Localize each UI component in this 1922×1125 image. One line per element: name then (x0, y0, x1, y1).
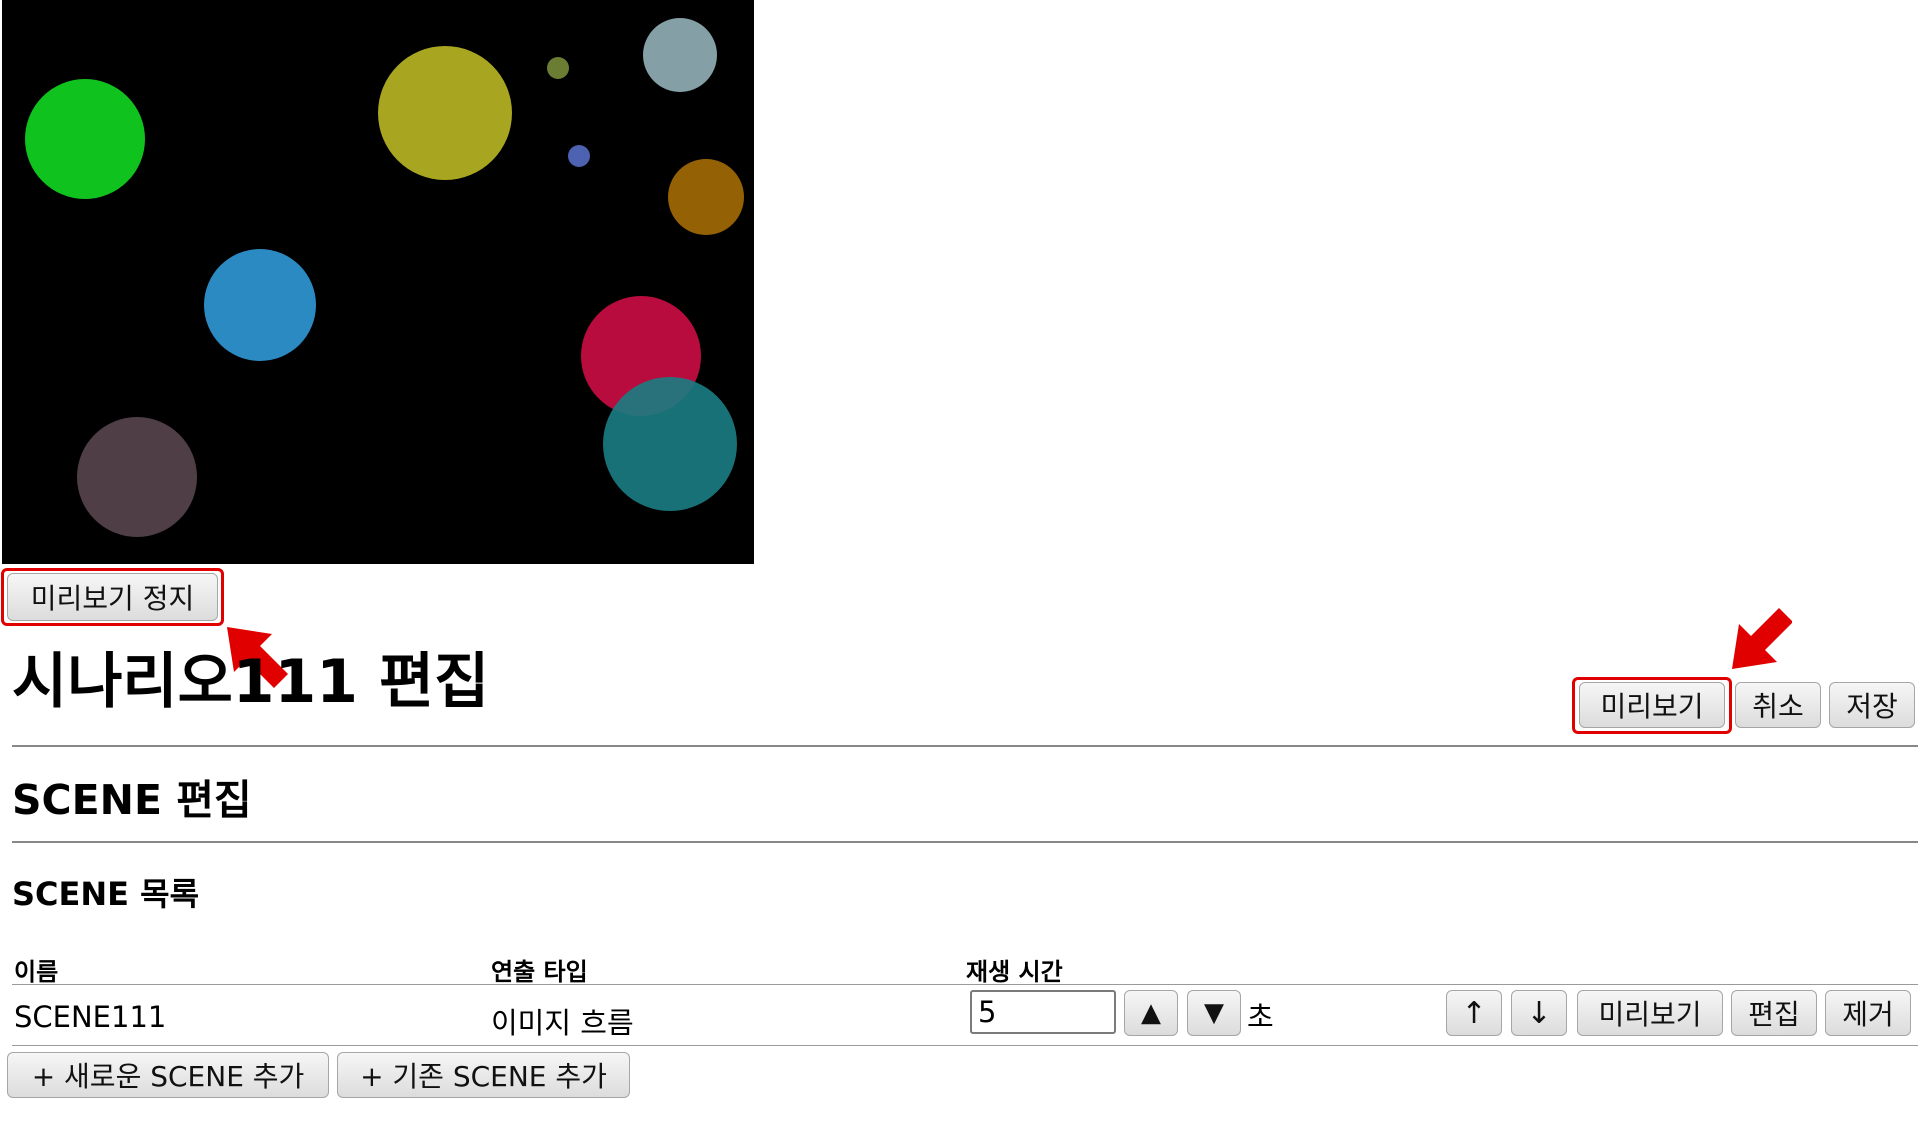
save-button[interactable]: 저장 (1829, 682, 1915, 728)
column-header-name: 이름 (14, 958, 59, 986)
table-row-divider (12, 1045, 1918, 1046)
increment-button[interactable]: ▲ (1124, 990, 1178, 1036)
move-up-button[interactable]: ↑ (1446, 990, 1502, 1036)
preview-canvas (2, 0, 754, 564)
stop-preview-button[interactable]: 미리보기 정지 (7, 573, 218, 621)
title-divider (12, 745, 1918, 747)
cancel-button[interactable]: 취소 (1735, 682, 1821, 728)
preview-svg (25, 18, 744, 537)
move-down-button[interactable]: ↓ (1511, 990, 1567, 1036)
header-preview-button[interactable]: 미리보기 (1579, 682, 1725, 728)
scene-remove-button[interactable]: 제거 (1825, 990, 1911, 1036)
section-divider (12, 841, 1918, 843)
preview-circle (668, 159, 744, 235)
scene-list-heading: SCENE 목록 (12, 875, 200, 913)
duration-input[interactable] (970, 990, 1116, 1034)
scene-edit-button[interactable]: 편집 (1731, 990, 1817, 1036)
column-header-duration: 재생 시간 (966, 958, 1063, 986)
scene-effect-type-cell: 이미지 흐름 (491, 1006, 634, 1040)
table-header-divider (12, 984, 1918, 985)
annotation-arrow-icon (1732, 608, 1792, 669)
preview-circle (547, 57, 569, 79)
preview-circle (77, 417, 197, 537)
scene-preview-button[interactable]: 미리보기 (1577, 990, 1723, 1036)
decrement-button[interactable]: ▼ (1187, 990, 1241, 1036)
preview-circle (378, 46, 512, 180)
column-header-effect-type: 연출 타입 (491, 958, 588, 986)
scene-name-cell: SCENE111 (14, 1000, 167, 1034)
preview-circle (643, 18, 717, 92)
preview-circle (25, 79, 145, 199)
preview-circle (603, 377, 737, 511)
preview-circle (204, 249, 316, 361)
scene-section-heading: SCENE 편집 (12, 776, 252, 824)
duration-unit: 초 (1247, 1000, 1274, 1034)
add-existing-scene-button[interactable]: + 기존 SCENE 추가 (337, 1052, 630, 1098)
preview-circle (568, 145, 590, 167)
add-new-scene-button[interactable]: + 새로운 SCENE 추가 (7, 1052, 329, 1098)
page-title: 시나리오111 편집 (12, 647, 490, 717)
